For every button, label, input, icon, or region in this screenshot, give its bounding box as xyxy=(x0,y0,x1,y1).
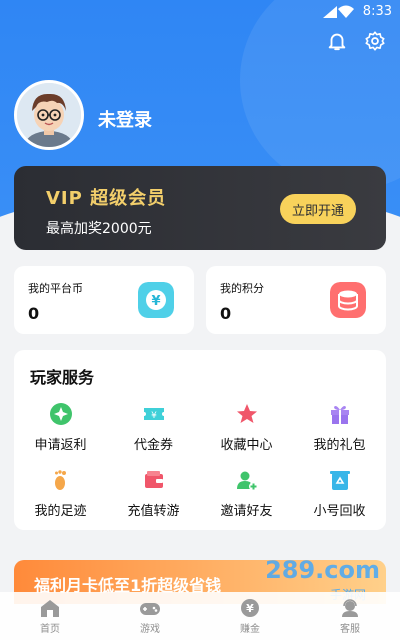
points-label: 我的积分 xyxy=(220,282,264,295)
coin-icon: ¥ xyxy=(138,282,174,318)
service-invite[interactable]: 邀请好友 xyxy=(200,468,293,534)
svg-text:¥: ¥ xyxy=(151,294,160,309)
platform-coin-value: 0 xyxy=(28,304,40,323)
service-recharge[interactable]: 充值转游 xyxy=(107,468,200,534)
footprint-icon xyxy=(54,470,66,490)
bottom-tab-bar: 首页 游戏 ¥ 赚金 客服 xyxy=(0,592,400,640)
signal-icon xyxy=(323,6,337,18)
service-voucher[interactable]: ¥ 代金券 xyxy=(107,402,200,468)
service-recycle[interactable]: 小号回收 xyxy=(293,468,386,534)
service-label: 我的足迹 xyxy=(34,504,87,519)
points-icon xyxy=(330,282,366,318)
username[interactable]: 未登录 xyxy=(98,106,152,132)
support-icon xyxy=(342,599,358,617)
service-label: 代金券 xyxy=(133,438,173,453)
tab-games[interactable]: 游戏 xyxy=(110,592,190,640)
tab-label: 首页 xyxy=(40,624,60,635)
service-label: 申请返利 xyxy=(34,438,87,453)
status-time: 8:33 xyxy=(362,4,392,19)
wifi-icon xyxy=(338,5,354,18)
tab-earn[interactable]: ¥ 赚金 xyxy=(210,592,290,640)
platform-coin-label: 我的平台币 xyxy=(28,282,83,295)
recycle-icon xyxy=(329,471,350,490)
svg-text:¥: ¥ xyxy=(246,602,254,615)
home-icon xyxy=(41,600,59,617)
services-title: 玩家服务 xyxy=(30,368,95,387)
tab-support[interactable]: 客服 xyxy=(310,592,390,640)
tab-home[interactable]: 首页 xyxy=(10,592,90,640)
invite-icon xyxy=(236,471,258,491)
service-rebate[interactable]: 申请返利 xyxy=(14,402,107,468)
tab-label: 赚金 xyxy=(240,624,260,635)
svg-text:¥: ¥ xyxy=(151,411,157,421)
tab-label: 客服 xyxy=(340,624,360,635)
avatar[interactable] xyxy=(14,80,84,150)
watermark-logo: 289.com xyxy=(265,556,380,584)
vip-title: VIP 超级会员 xyxy=(46,188,167,209)
service-label: 邀请好友 xyxy=(220,504,273,519)
vip-subtitle: 最高加奖2000元 xyxy=(46,221,152,237)
service-gifts[interactable]: 我的礼包 xyxy=(293,402,386,468)
points-value: 0 xyxy=(220,304,232,323)
service-label: 收藏中心 xyxy=(220,438,273,453)
points-card[interactable]: 我的积分 0 xyxy=(206,266,386,334)
avatar-illustration xyxy=(17,83,81,147)
service-label: 小号回收 xyxy=(313,504,366,519)
yen-icon: ¥ xyxy=(241,599,259,617)
tab-label: 游戏 xyxy=(140,624,160,635)
platform-coin-card[interactable]: 我的平台币 0 ¥ xyxy=(14,266,194,334)
rebate-icon xyxy=(49,403,72,425)
header-bubble xyxy=(240,0,400,190)
status-bar: 8:33 xyxy=(0,0,400,24)
top-actions xyxy=(326,30,386,52)
voucher-icon: ¥ xyxy=(143,408,164,421)
service-label: 我的礼包 xyxy=(313,438,366,453)
service-footprints[interactable]: 我的足迹 xyxy=(14,468,107,534)
services-grid: 申请返利 ¥ 代金券 收藏中心 我的礼包 我的足迹 充值转游 邀请好友 小号回收 xyxy=(14,402,386,534)
bell-icon[interactable] xyxy=(326,30,348,52)
gift-icon xyxy=(330,406,349,424)
player-services: 玩家服务 申请返利 ¥ 代金券 收藏中心 我的礼包 我的足迹 充值转游 邀请好友 xyxy=(14,350,386,530)
service-label: 充值转游 xyxy=(127,504,180,519)
gear-icon[interactable] xyxy=(364,30,386,52)
vip-activate-button[interactable]: 立即开通 xyxy=(280,194,356,224)
vip-card[interactable]: VIP 超级会员 最高加奖2000元 立即开通 xyxy=(14,166,386,250)
star-icon xyxy=(236,404,257,423)
gamepad-icon xyxy=(140,603,160,615)
wallet-icon xyxy=(144,471,163,488)
service-favorites[interactable]: 收藏中心 xyxy=(200,402,293,468)
